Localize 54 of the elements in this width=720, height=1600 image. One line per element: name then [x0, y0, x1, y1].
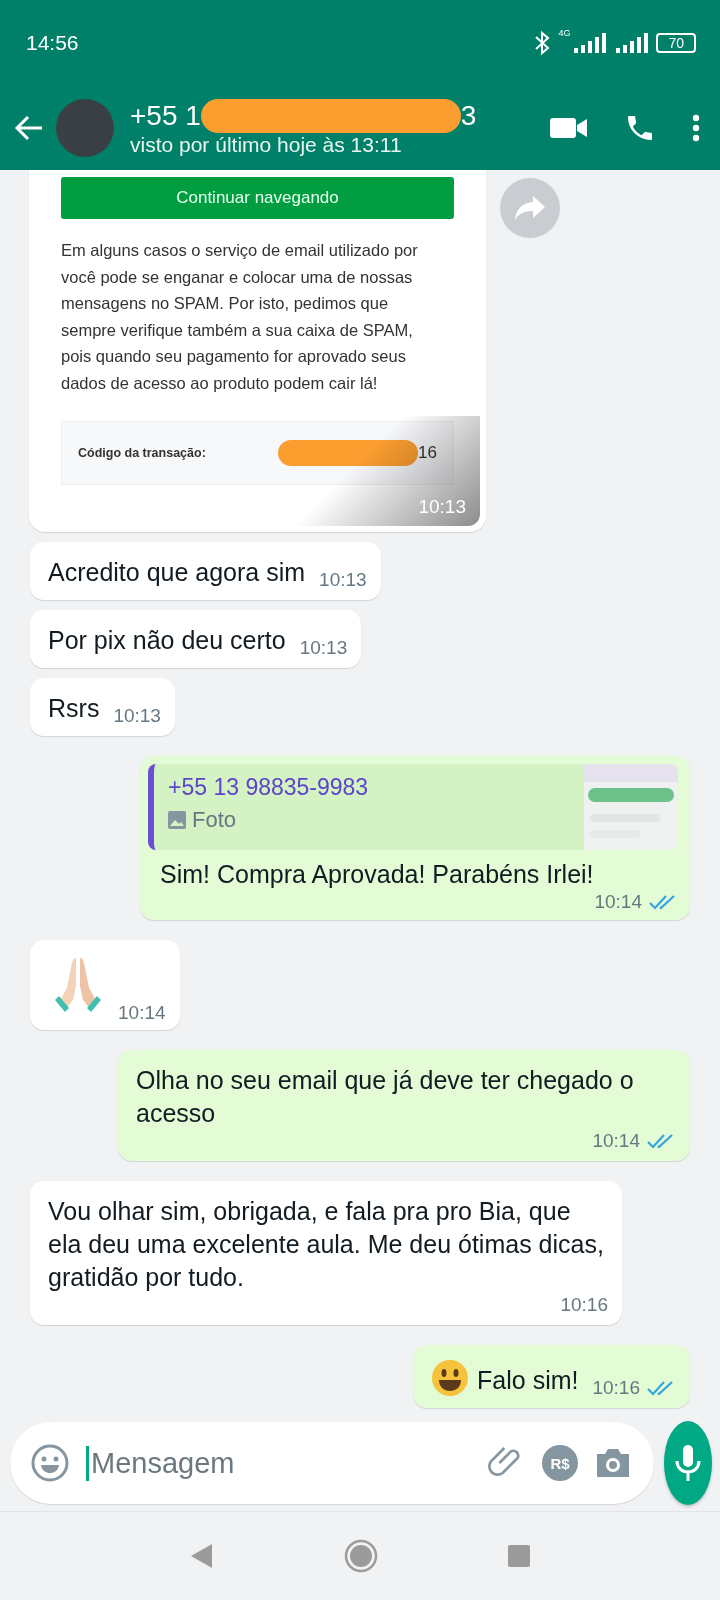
contact-name: 3 [460, 100, 477, 132]
continue-button: Continuar navegando [61, 177, 454, 219]
message-time: 10:14 [594, 891, 642, 913]
message-time: 10:13 [113, 705, 161, 727]
message-time: 10:13 [319, 569, 367, 591]
message-text: Sim! Compra Aprovada! Parabéns Irlei! [159, 859, 595, 890]
message-text: Acredito que agora sim [48, 557, 306, 588]
field-label: Código da transação: [78, 446, 206, 460]
quote-author: +55 13 98835-9983 [168, 774, 370, 801]
battery-level: 70 [656, 33, 696, 53]
emoji-icon [30, 1443, 70, 1483]
photo-icon [168, 811, 186, 829]
back-nav-icon [190, 1543, 214, 1569]
email-text: Em alguns casos o serviço de email utilizado por [61, 240, 419, 261]
email-screenshot-card[interactable] [29, 170, 486, 532]
message-field[interactable]: Mensagem R$ [10, 1422, 654, 1504]
quote-type: Foto [192, 807, 237, 833]
microphone-icon [674, 1443, 702, 1483]
home-nav-icon [344, 1539, 378, 1573]
signal-icon [614, 32, 649, 54]
bluetooth-icon [534, 30, 551, 56]
back-arrow-icon [14, 115, 44, 141]
email-text: pois quando seu pagamento for aprovado seus [61, 346, 407, 367]
email-text: mensagens no SPAM. Por isto, pedimos que [61, 293, 390, 314]
signal-icon [572, 32, 607, 54]
message-text: Olha no seu email que já deve ter chegado o acesso [136, 1065, 635, 1129]
message-time: 10:14 [118, 1002, 166, 1024]
payment-button[interactable]: R$ [542, 1445, 578, 1481]
message-text: Por pix não deu certo [48, 625, 286, 656]
grinning-face-icon [431, 1359, 470, 1397]
microphone-button[interactable] [664, 1421, 712, 1505]
message-time: 10:13 [418, 496, 466, 518]
field-value: 16 [418, 443, 437, 463]
network-type: 4G [558, 28, 571, 38]
message-text: Falo sim! [477, 1365, 579, 1396]
status-time: 14:56 [26, 31, 79, 55]
contact-name: +55 1 [130, 100, 201, 132]
message-time: 10:16 [592, 1377, 640, 1399]
message-time: 10:13 [299, 637, 348, 659]
message-text: Vou olhar sim, obrigada, e fala pra pro Bia, que ela deu uma excelente aula. Me deu ótimas dicas, gratidão por tudo. [48, 1196, 605, 1293]
forward-button[interactable] [500, 178, 560, 238]
last-seen: visto por último hoje às 13:11 [130, 133, 403, 157]
message-text: Rsrs [48, 693, 100, 724]
video-call-icon [550, 116, 588, 140]
recents-nav-icon [508, 1545, 530, 1567]
camera-icon [594, 1446, 632, 1480]
email-text: sempre verifique também a sua caixa de SPAM, [61, 319, 414, 341]
message-time: 10:14 [592, 1130, 640, 1152]
more-options-icon [692, 114, 700, 142]
forward-icon [513, 194, 547, 222]
email-text: você pode se enganar e colocar uma de nossas [61, 266, 414, 288]
message-time: 10:16 [560, 1294, 608, 1316]
email-text: dados de acesso ao produto podem cair lá! [61, 372, 379, 394]
quoted-message[interactable]: +55 13 98835-9983 Foto [148, 764, 678, 850]
